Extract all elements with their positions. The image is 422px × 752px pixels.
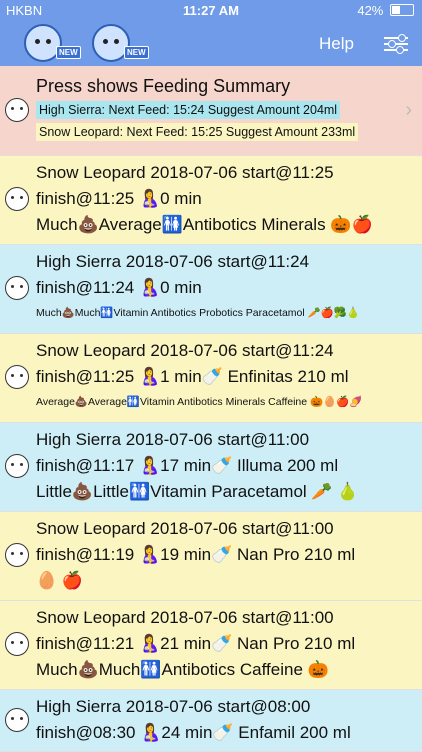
feeding-record-row[interactable]: Snow Leopard 2018-07-06 start@11:00 finis…: [0, 512, 422, 601]
baby-icon: [5, 454, 29, 478]
record-title: High Sierra 2018-07-06 start@11:24: [36, 252, 310, 271]
feeding-record-row[interactable]: Snow Leopard 2018-07-06 start@11:24 finis…: [0, 334, 422, 423]
record-duration: finish@11:25 🤱0 min: [36, 189, 202, 208]
chevron-right-icon: ›: [405, 99, 412, 121]
record-duration: finish@11:25 🤱1 min🍼 Enfinitas 210 ml: [36, 367, 349, 386]
next-feed-line: Snow Leopard: Next Feed: 15:25 Suggest A…: [36, 123, 359, 141]
next-feed-line: High Sierra: Next Feed: 15:24 Suggest Am…: [36, 101, 341, 119]
record-duration: finish@11:19 🤱19 min🍼 Nan Pro 210 ml: [36, 545, 356, 564]
feeding-list: Snow Leopard 2018-07-06 start@11:25 finis…: [0, 156, 422, 752]
feeding-record-row[interactable]: High Sierra 2018-07-06 start@08:00 finish…: [0, 690, 422, 752]
new-badge: NEW: [56, 46, 81, 59]
record-title: Snow Leopard 2018-07-06 start@11:00: [36, 608, 334, 627]
record-details: Average💩Average🚻Vitamin Antibotics Miner…: [36, 396, 363, 408]
record-duration: finish@11:24 🤱0 min: [36, 278, 202, 297]
record-title: Snow Leopard 2018-07-06 start@11:25: [36, 163, 334, 182]
status-bar: HKBN 11:27 AM 42%: [0, 0, 422, 22]
record-details: 🥚 🍎: [36, 571, 84, 590]
baby-icon: [5, 632, 29, 656]
help-button[interactable]: Help: [319, 34, 354, 54]
record-title: High Sierra 2018-07-06 start@11:00: [36, 430, 310, 449]
settings-sliders-icon[interactable]: [384, 33, 408, 55]
feeding-record-row[interactable]: Snow Leopard 2018-07-06 start@11:00 finis…: [0, 601, 422, 690]
record-duration: finish@11:17 🤱17 min🍼 Illuma 200 ml: [36, 456, 339, 475]
record-title: Snow Leopard 2018-07-06 start@11:24: [36, 341, 334, 360]
battery-indicator: 42%: [357, 3, 414, 18]
record-details: Much💩Average🚻Antibotics Minerals 🎃🍎: [36, 215, 373, 234]
feeding-record-row[interactable]: High Sierra 2018-07-06 start@11:00 finish…: [0, 423, 422, 512]
battery-icon: [390, 4, 414, 16]
baby-icon: [5, 365, 29, 389]
record-title: High Sierra 2018-07-06 start@08:00: [36, 697, 311, 716]
baby-icon: [5, 187, 29, 211]
record-title: Snow Leopard 2018-07-06 start@11:00: [36, 519, 334, 538]
record-details: Much💩Much🚻Vitamin Antibotics Probotics P…: [36, 307, 360, 319]
new-badge: NEW: [124, 46, 149, 59]
baby-icon: [5, 707, 29, 732]
summary-title: Press shows Feeding Summary: [36, 76, 291, 96]
record-details: Much💩Much🚻Antibotics Caffeine 🎃: [36, 660, 329, 679]
baby-icon: [5, 276, 29, 300]
feeding-record-row[interactable]: High Sierra 2018-07-06 start@11:24 finish…: [0, 245, 422, 334]
battery-percent: 42%: [357, 3, 384, 18]
feeding-summary-row[interactable]: Press shows Feeding Summary High Sierra:…: [0, 66, 422, 156]
record-duration: finish@11:21 🤱21 min🍼 Nan Pro 210 ml: [36, 634, 356, 653]
feeding-record-row[interactable]: Snow Leopard 2018-07-06 start@11:25 finis…: [0, 156, 422, 245]
crying-baby-icon: [5, 97, 29, 122]
nav-bar: NEW NEW Help: [0, 22, 422, 66]
record-details: Little💩Little🚻Vitamin Paracetamol 🥕 🍐: [36, 482, 359, 501]
record-duration: finish@08:30 🤱24 min🍼 Enfamil 200 ml: [36, 723, 351, 742]
baby-icon: [5, 543, 29, 567]
